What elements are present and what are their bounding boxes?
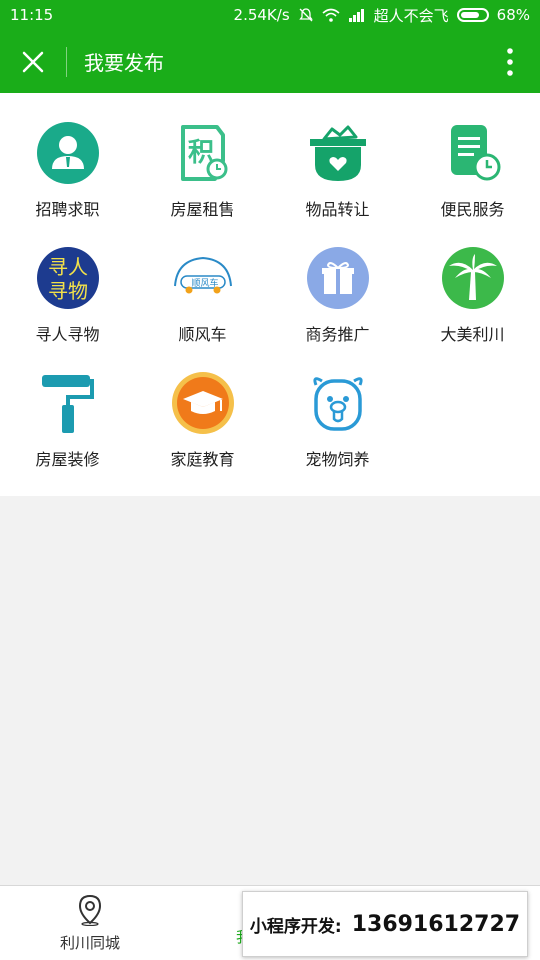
category-promotion[interactable]: 商务推广 bbox=[270, 245, 405, 370]
title-bar: 我要发布 bbox=[0, 30, 540, 93]
category-label: 便民服务 bbox=[440, 200, 505, 219]
category-label: 顺风车 bbox=[178, 325, 227, 344]
carrier-name: 超人不会飞 bbox=[373, 6, 449, 25]
status-time: 11:15 bbox=[10, 6, 54, 24]
svg-text:寻物: 寻物 bbox=[48, 279, 88, 303]
svg-text:顺风车: 顺风车 bbox=[191, 277, 218, 289]
status-bar: 11:15 2.54K/s 超人不会飞 68% bbox=[0, 0, 540, 30]
battery-percent: 68% bbox=[496, 6, 530, 24]
network-speed: 2.54K/s bbox=[233, 6, 290, 24]
category-job[interactable]: 招聘求职 bbox=[0, 120, 135, 245]
more-button[interactable] bbox=[480, 30, 540, 93]
category-label: 家庭教育 bbox=[170, 450, 235, 469]
mute-bell-icon bbox=[298, 8, 313, 22]
category-label: 房屋租售 bbox=[170, 200, 235, 219]
category-education[interactable]: 家庭教育 bbox=[135, 370, 270, 495]
close-button[interactable] bbox=[0, 30, 66, 93]
house-rent-icon: 积 bbox=[170, 120, 236, 186]
category-label: 物品转让 bbox=[305, 200, 370, 219]
category-service[interactable]: 便民服务 bbox=[405, 120, 540, 245]
job-seeker-icon bbox=[35, 120, 101, 186]
category-label: 招聘求职 bbox=[35, 200, 100, 219]
ad-label: 小程序开发: bbox=[249, 916, 342, 937]
page-title: 我要发布 bbox=[84, 51, 164, 75]
paint-roller-icon bbox=[35, 370, 101, 436]
category-lost-found[interactable]: 寻人 寻物 寻人寻物 bbox=[0, 245, 135, 370]
ad-phone: 13691612727 bbox=[351, 911, 521, 937]
pet-icon bbox=[305, 370, 371, 436]
tab-home-label: 利川同城 bbox=[59, 934, 120, 952]
tab-home[interactable]: 利川同城 bbox=[30, 894, 150, 953]
battery-icon bbox=[456, 8, 489, 22]
category-label: 寻人寻物 bbox=[35, 325, 100, 344]
wifi-icon bbox=[322, 8, 340, 22]
carpool-icon: 顺风车 bbox=[170, 245, 236, 311]
category-label: 房屋装修 bbox=[35, 450, 100, 469]
category-carpool[interactable]: 顺风车 顺风车 bbox=[135, 245, 270, 370]
item-transfer-icon bbox=[305, 120, 371, 186]
category-house-rent[interactable]: 积 房屋租售 bbox=[135, 120, 270, 245]
category-panel: 招聘求职 积 房屋租售 物品转让 便民服务 寻人 寻物 寻人寻物 顺风车 顺风车… bbox=[0, 93, 540, 496]
palm-tree-icon bbox=[440, 245, 506, 311]
gift-icon bbox=[305, 245, 371, 311]
svg-text:寻人: 寻人 bbox=[48, 255, 88, 279]
service-icon bbox=[440, 120, 506, 186]
category-grid: 招聘求职 积 房屋租售 物品转让 便民服务 寻人 寻物 寻人寻物 顺风车 顺风车… bbox=[0, 93, 540, 495]
signal-icon bbox=[348, 9, 364, 22]
category-label: 商务推广 bbox=[305, 325, 370, 344]
lost-found-icon: 寻人 寻物 bbox=[35, 245, 101, 311]
more-vertical-icon bbox=[507, 47, 513, 76]
close-icon bbox=[22, 51, 44, 72]
category-label: 宠物饲养 bbox=[305, 450, 370, 469]
ad-overlay: 小程序开发: 13691612727 bbox=[242, 891, 528, 957]
category-pet[interactable]: 宠物饲养 bbox=[270, 370, 405, 495]
location-pin-icon bbox=[78, 894, 102, 926]
category-lichuan[interactable]: 大美利川 bbox=[405, 245, 540, 370]
graduation-cap-icon bbox=[170, 370, 236, 436]
category-item-transfer[interactable]: 物品转让 bbox=[270, 120, 405, 245]
category-label: 大美利川 bbox=[440, 325, 505, 344]
category-renovation[interactable]: 房屋装修 bbox=[0, 370, 135, 495]
